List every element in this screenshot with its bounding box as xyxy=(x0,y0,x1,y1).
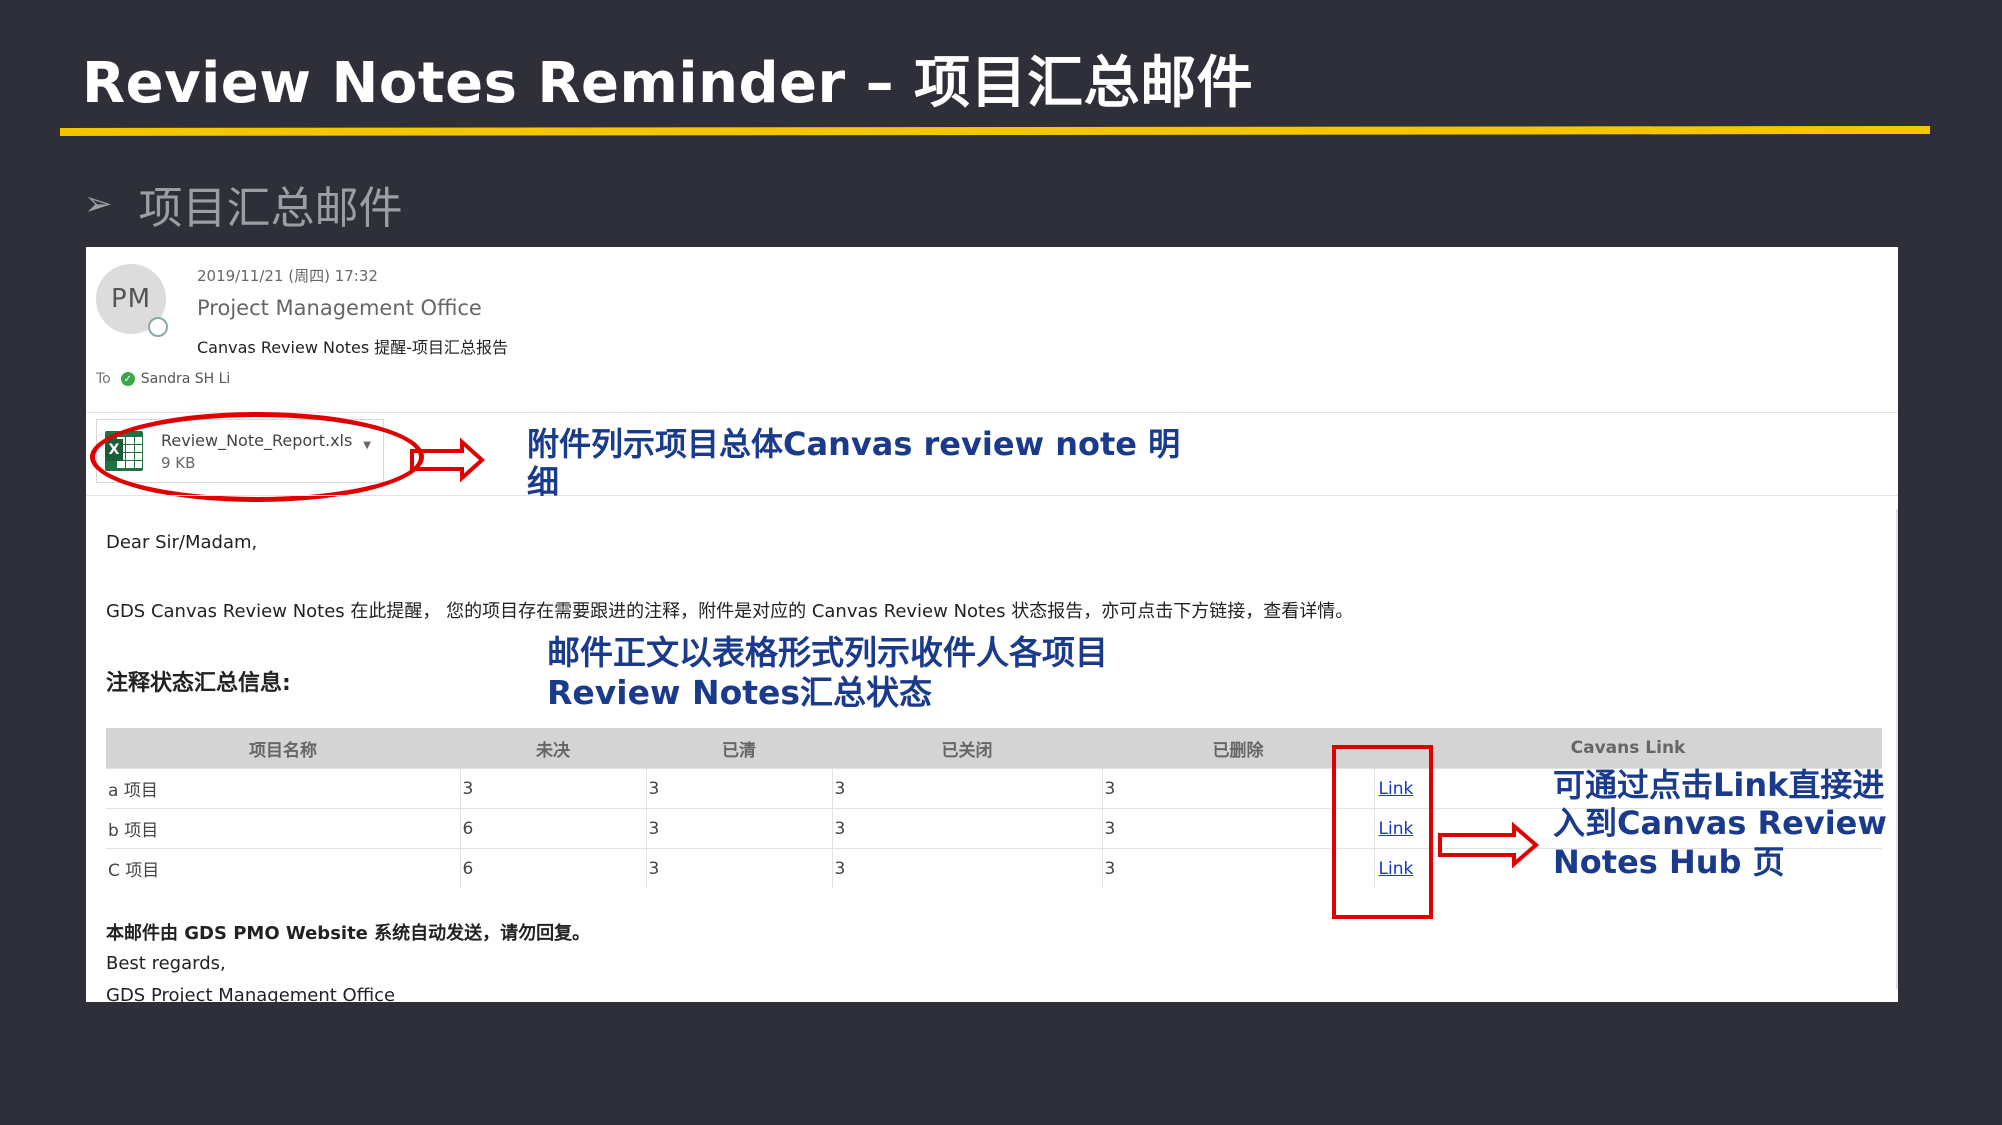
column-header: 项目名称 xyxy=(106,728,460,769)
table-cell: 6 xyxy=(459,848,646,888)
divider xyxy=(86,412,1898,413)
column-header: 已清 xyxy=(646,728,832,769)
table-header-row: 项目名称 未决 已清 已关闭 已删除 Cavans Link xyxy=(106,728,1882,769)
email-sender[interactable]: Project Management Office xyxy=(197,296,482,320)
scrollbar[interactable] xyxy=(1896,509,1898,989)
table-cell: 3 xyxy=(645,768,832,809)
table-cell: 3 xyxy=(645,808,832,849)
email-date: 2019/11/21 (周四) 17:32 xyxy=(197,267,378,285)
link-annotation: 可通过点击Link直接进入到Canvas Review Notes Hub 页 xyxy=(1553,766,1887,881)
email-screenshot: PM 2019/11/21 (周四) 17:32 Project Managem… xyxy=(86,247,1898,1002)
email-subject: Canvas Review Notes 提醒-项目汇总报告 xyxy=(197,338,509,357)
presence-status-icon xyxy=(148,317,168,337)
table-cell: 3 xyxy=(459,768,646,809)
bullet-point: ➢ 项目汇总邮件 xyxy=(84,172,403,236)
bullet-text: 项目汇总邮件 xyxy=(138,183,403,234)
email-intro: GDS Canvas Review Notes 在此提醒， 您的项目存在需要跟进… xyxy=(106,601,1354,622)
column-header: 未决 xyxy=(460,728,646,769)
table-cell: 3 xyxy=(831,768,1102,809)
recipient-name: Sandra SH Li xyxy=(140,371,231,387)
attachment-annotation: 附件列示项目总体Canvas review note 明细 xyxy=(527,425,1181,502)
table-cell: b 项目 xyxy=(106,808,460,849)
table-cell: 3 xyxy=(831,848,1102,888)
table-cell: C 项目 xyxy=(106,848,460,888)
to-label: To xyxy=(96,371,111,387)
to-line: To ✓ Sandra SH Li xyxy=(96,371,230,387)
table-cell: 6 xyxy=(459,808,646,849)
table-cell: 3 xyxy=(645,848,832,888)
annotation-circle xyxy=(90,412,424,502)
annotation-rectangle xyxy=(1332,745,1433,919)
summary-heading: 注释状态汇总信息: xyxy=(106,671,291,696)
email-greeting: Dear Sir/Madam, xyxy=(106,532,258,553)
footer-regards: Best regards, xyxy=(106,953,226,974)
online-check-icon: ✓ xyxy=(120,372,135,386)
column-header: 已关闭 xyxy=(832,728,1102,769)
footer-org: GDS Project Management Office xyxy=(106,985,396,1002)
table-cell: 3 xyxy=(831,808,1102,849)
table-cell: a 项目 xyxy=(106,768,460,809)
arrow-bullet-icon: ➢ xyxy=(84,184,113,224)
table-annotation: 邮件正文以表格形式列示收件人各项目Review Notes汇总状态 xyxy=(547,633,1108,712)
column-header: Cavans Link xyxy=(1374,728,1882,769)
title-underline xyxy=(60,126,1930,136)
footer-auto-notice: 本邮件由 GDS PMO Website 系统自动发送，请勿回复。 xyxy=(106,923,591,944)
recipient[interactable]: ✓ Sandra SH Li xyxy=(120,371,231,387)
slide-title: Review Notes Reminder – 项目汇总邮件 xyxy=(82,51,1254,116)
